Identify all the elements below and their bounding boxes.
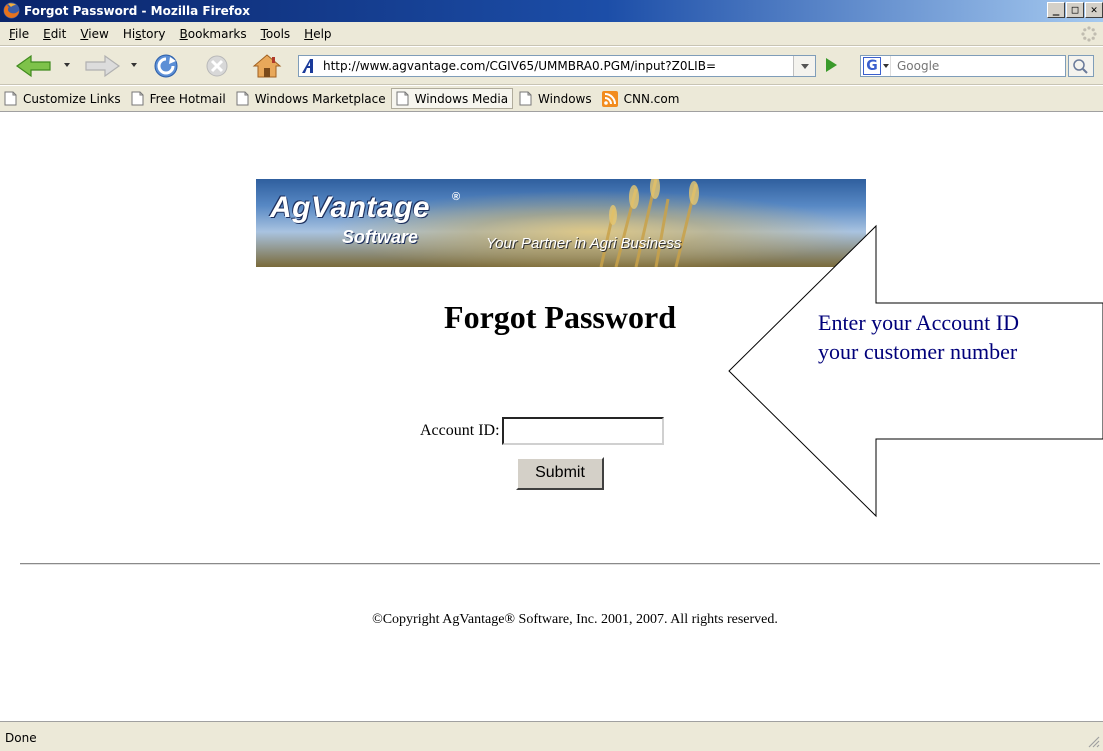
back-arrow-icon[interactable] bbox=[14, 53, 54, 79]
window-title: Forgot Password - Mozilla Firefox bbox=[24, 4, 251, 18]
bookmark-label: Customize Links bbox=[23, 91, 121, 106]
go-button[interactable] bbox=[826, 58, 837, 72]
address-dropdown-button[interactable] bbox=[793, 56, 815, 76]
menu-bookmarks[interactable]: Bookmarks bbox=[173, 27, 254, 41]
search-engine-selector[interactable]: G bbox=[861, 56, 891, 76]
bookmark-windows-media[interactable]: Windows Media bbox=[390, 88, 514, 109]
bookmark-free-hotmail[interactable]: Free Hotmail bbox=[131, 91, 226, 106]
bookmark-label: CNN.com bbox=[623, 91, 680, 106]
firefox-logo-icon bbox=[3, 2, 20, 19]
bookmark-label: Windows Media bbox=[414, 91, 509, 106]
wheat-icon bbox=[599, 179, 699, 267]
back-dropdown-icon[interactable] bbox=[64, 63, 70, 67]
bookmark-customize-links[interactable]: Customize Links bbox=[4, 91, 121, 106]
navigation-toolbar: http://www.agvantage.com/CGIV65/UMMBRA0.… bbox=[0, 47, 1103, 85]
site-favicon-icon bbox=[302, 59, 313, 73]
bookmarks-toolbar: Customize Links Free Hotmail Windows Mar… bbox=[0, 86, 1103, 112]
maximize-button[interactable]: □ bbox=[1066, 2, 1084, 18]
banner-brand-top: AgVantage bbox=[270, 191, 431, 224]
page-icon bbox=[519, 91, 532, 106]
menu-bar: File Edit View History Bookmarks Tools H… bbox=[0, 22, 1103, 46]
google-icon: G bbox=[863, 57, 881, 75]
bookmark-label: Free Hotmail bbox=[149, 91, 226, 106]
throbber-icon bbox=[1081, 26, 1097, 42]
copyright-text: ©Copyright AgVantage® Software, Inc. 200… bbox=[372, 612, 778, 627]
search-button[interactable] bbox=[1068, 55, 1094, 77]
callout-line-1: Enter your Account ID bbox=[818, 310, 1019, 335]
reload-icon[interactable] bbox=[150, 53, 184, 79]
search-box[interactable]: G bbox=[860, 55, 1066, 77]
banner-tagline: Your Partner in Agri Business bbox=[486, 235, 682, 252]
page-title: Forgot Password bbox=[444, 299, 676, 335]
bookmark-windows-marketplace[interactable]: Windows Marketplace bbox=[236, 91, 386, 106]
forward-arrow-icon[interactable] bbox=[82, 53, 122, 79]
home-icon[interactable] bbox=[250, 53, 284, 79]
menu-history[interactable]: History bbox=[116, 27, 173, 41]
status-bar: Done bbox=[0, 721, 1103, 751]
menu-view[interactable]: View bbox=[73, 27, 115, 41]
bookmark-cnn[interactable]: CNN.com bbox=[601, 90, 680, 107]
magnifier-icon bbox=[1073, 59, 1088, 74]
menu-file[interactable]: File bbox=[2, 27, 36, 41]
status-text: Done bbox=[5, 731, 37, 745]
agvantage-banner-logo: AgVantage ® Software Your Partner in Agr… bbox=[256, 179, 866, 267]
bookmark-windows[interactable]: Windows bbox=[519, 91, 592, 106]
page-content: AgVantage ® Software Your Partner in Agr… bbox=[0, 113, 1103, 721]
clipped-header-text: ▬ ▬▬ ▬▬▬ ▬▬▬ bbox=[903, 180, 1068, 187]
window-titlebar: Forgot Password - Mozilla Firefox _ □ ✕ bbox=[0, 0, 1103, 22]
banner-brand-bottom: Software bbox=[342, 227, 419, 247]
horizontal-divider bbox=[20, 563, 1100, 565]
menu-help[interactable]: Help bbox=[297, 27, 338, 41]
resize-grip-icon[interactable] bbox=[1086, 734, 1100, 748]
stop-icon[interactable] bbox=[202, 53, 232, 79]
banner-registered-mark: ® bbox=[452, 191, 461, 203]
page-icon bbox=[131, 91, 144, 106]
page-icon bbox=[4, 91, 17, 106]
page-icon bbox=[396, 91, 409, 106]
rss-feed-icon bbox=[601, 90, 618, 107]
menu-edit[interactable]: Edit bbox=[36, 27, 73, 41]
address-url: http://www.agvantage.com/CGIV65/UMMBRA0.… bbox=[323, 59, 716, 73]
close-button[interactable]: ✕ bbox=[1085, 2, 1103, 18]
bookmark-label: Windows Marketplace bbox=[254, 91, 386, 106]
account-id-input[interactable] bbox=[501, 417, 664, 445]
account-id-row: Account ID: bbox=[420, 417, 664, 445]
page-icon bbox=[236, 91, 249, 106]
address-bar[interactable]: http://www.agvantage.com/CGIV65/UMMBRA0.… bbox=[298, 55, 816, 77]
menu-tools[interactable]: Tools bbox=[254, 27, 298, 41]
search-input[interactable] bbox=[897, 59, 1047, 73]
chevron-down-icon bbox=[883, 64, 889, 68]
account-id-label: Account ID: bbox=[420, 422, 500, 439]
callout-text: Enter your Account ID your customer numb… bbox=[818, 308, 1019, 366]
callout-line-2: your customer number bbox=[818, 339, 1018, 364]
submit-button[interactable]: Submit bbox=[516, 457, 604, 490]
bookmark-label: Windows bbox=[538, 91, 592, 106]
forward-dropdown-icon[interactable] bbox=[131, 63, 137, 67]
minimize-button[interactable]: _ bbox=[1047, 2, 1065, 18]
window-controls: _ □ ✕ bbox=[1046, 2, 1103, 18]
